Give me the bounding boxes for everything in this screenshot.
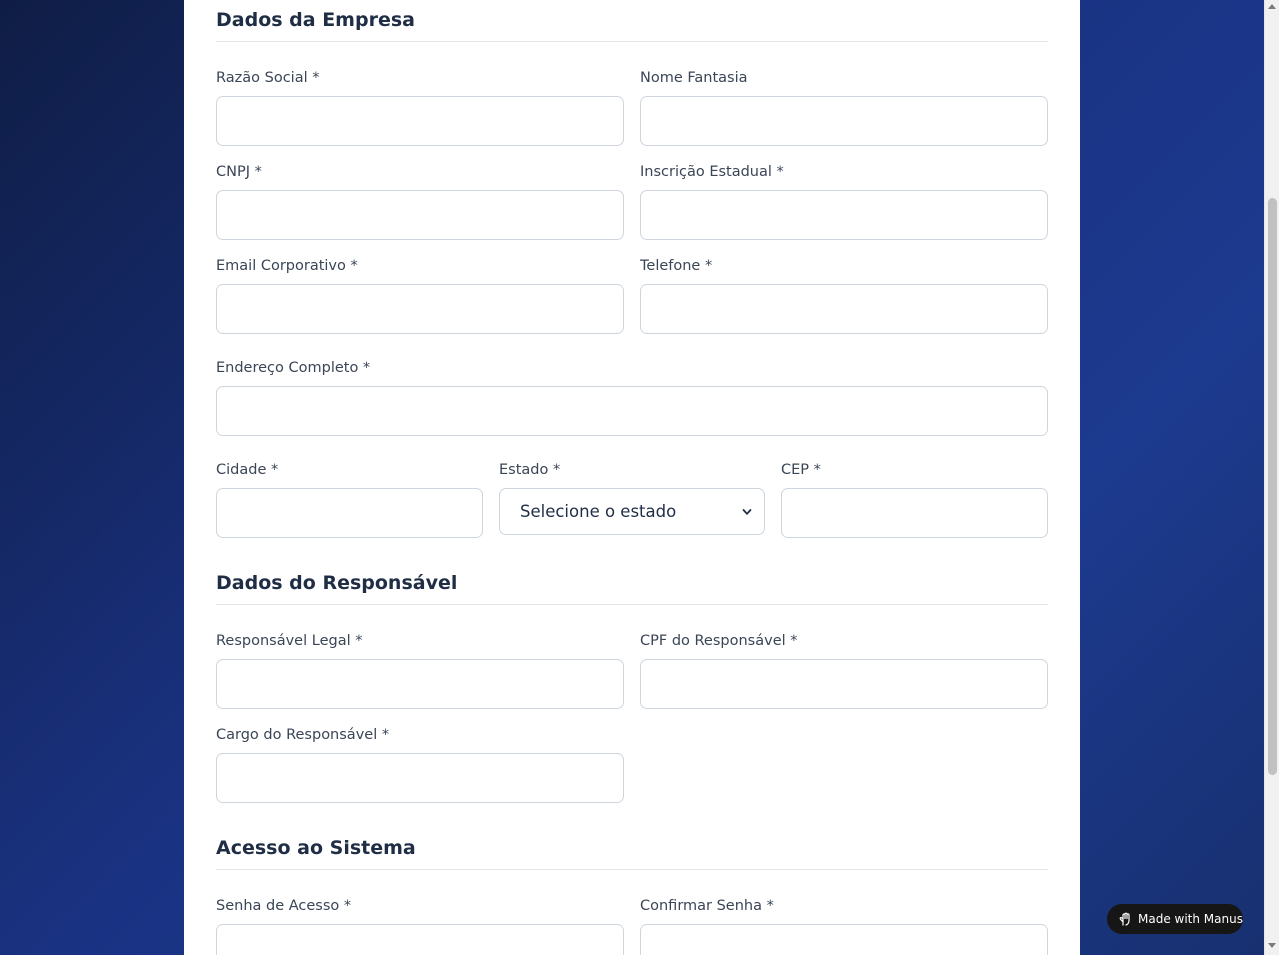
inscricao-estadual-input[interactable]	[640, 190, 1048, 240]
cpf-responsavel-input[interactable]	[640, 659, 1048, 709]
cnpj-label: CNPJ *	[216, 164, 262, 180]
cargo-responsavel-label: Cargo do Responsável *	[216, 727, 390, 743]
cargo-responsavel-input[interactable]	[216, 753, 624, 803]
inscricao-estadual-label: Inscrição Estadual *	[640, 164, 784, 180]
email-corporativo-label: Email Corporativo *	[216, 258, 358, 274]
telefone-input[interactable]	[640, 284, 1048, 334]
estado-select[interactable]: Selecione o estado	[499, 488, 765, 535]
endereco-completo-input[interactable]	[216, 386, 1048, 436]
scroll-down-arrow-icon[interactable]	[1268, 943, 1276, 948]
responsavel-legal-input[interactable]	[216, 659, 624, 709]
section-title-empresa: Dados da Empresa	[216, 9, 1048, 42]
cnpj-input[interactable]	[216, 190, 624, 240]
estado-select-value: Selecione o estado	[520, 502, 677, 521]
scroll-up-arrow-icon[interactable]	[1268, 4, 1276, 9]
razao-social-input[interactable]	[216, 96, 624, 146]
cep-input[interactable]	[781, 488, 1048, 538]
confirmar-senha-label: Confirmar Senha *	[640, 898, 774, 914]
nome-fantasia-label: Nome Fantasia	[640, 70, 748, 86]
endereco-completo-label: Endereço Completo *	[216, 360, 371, 376]
senha-label: Senha de Acesso *	[216, 898, 352, 914]
scrollbar-thumb[interactable]	[1268, 198, 1277, 775]
page-scrollbar[interactable]	[1264, 0, 1279, 955]
senha-input[interactable]	[216, 924, 624, 955]
nome-fantasia-input[interactable]	[640, 96, 1048, 146]
cpf-responsavel-label: CPF do Responsável *	[640, 633, 798, 649]
cidade-input[interactable]	[216, 488, 483, 538]
chevron-down-icon	[742, 508, 752, 515]
estado-label: Estado *	[499, 462, 561, 478]
razao-social-label: Razão Social *	[216, 70, 320, 86]
section-title-responsavel: Dados do Responsável	[216, 572, 1048, 605]
made-with-manus-label: Made with Manus	[1138, 912, 1243, 926]
registration-form-card: Dados da Empresa Razão Social * Nome Fan…	[184, 0, 1080, 955]
telefone-label: Telefone *	[640, 258, 713, 274]
manus-hand-icon	[1119, 912, 1130, 926]
responsavel-legal-label: Responsável Legal *	[216, 633, 363, 649]
confirmar-senha-input[interactable]	[640, 924, 1048, 955]
made-with-manus-badge[interactable]: Made with Manus	[1107, 904, 1243, 934]
cep-label: CEP *	[781, 462, 821, 478]
cidade-label: Cidade *	[216, 462, 279, 478]
section-title-acesso: Acesso ao Sistema	[216, 837, 1048, 870]
email-corporativo-input[interactable]	[216, 284, 624, 334]
